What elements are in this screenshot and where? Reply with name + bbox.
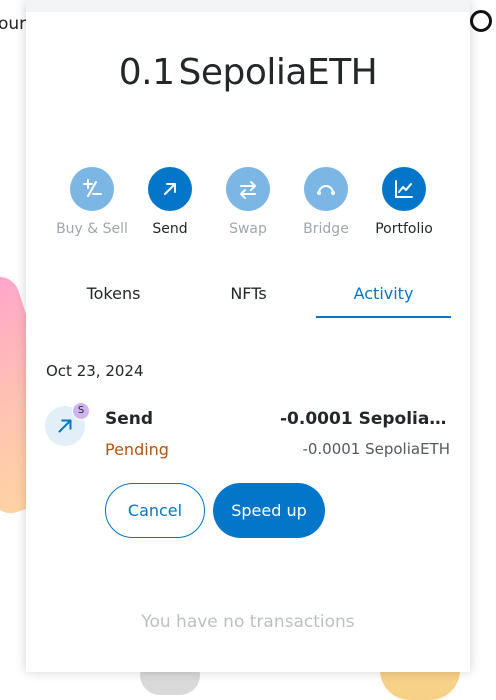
arrow-up-right-icon xyxy=(148,167,192,211)
chart-icon xyxy=(382,167,426,211)
balance-display: 0.1 SepoliaETH xyxy=(26,52,470,93)
action-bar: Buy & Sell Send Swap Bridge Portfolio xyxy=(56,167,440,247)
transaction-amount: -0.0001 SepoliaETH xyxy=(280,409,450,429)
send-button[interactable]: Send xyxy=(134,167,206,247)
plus-minus-icon xyxy=(70,167,114,211)
activity-date: Oct 23, 2024 xyxy=(46,362,144,380)
bridge-label: Bridge xyxy=(303,221,349,237)
swap-label: Swap xyxy=(229,221,267,237)
network-badge: S xyxy=(72,402,90,420)
swap-button[interactable]: Swap xyxy=(212,167,284,247)
transaction-secondary-amount: -0.0001 SepoliaETH xyxy=(302,440,450,458)
search-icon[interactable] xyxy=(470,10,492,32)
bridge-button[interactable]: Bridge xyxy=(290,167,362,247)
tab-bar: Tokens NFTs Activity xyxy=(46,276,451,319)
tab-tokens[interactable]: Tokens xyxy=(46,276,181,318)
empty-transactions-message: You have no transactions xyxy=(141,612,355,632)
transaction-title[interactable]: Send xyxy=(105,409,153,429)
cancel-button[interactable]: Cancel xyxy=(105,483,205,538)
speed-up-button[interactable]: Speed up xyxy=(213,483,325,538)
tab-nfts[interactable]: NFTs xyxy=(181,276,316,318)
wallet-panel: 0.1 SepoliaETH Buy & Sell Send Swap Brid… xyxy=(26,0,470,672)
balance-unit: SepoliaETH xyxy=(178,52,378,93)
swap-arrows-icon xyxy=(226,167,270,211)
portfolio-label: Portfolio xyxy=(375,221,433,237)
tab-activity[interactable]: Activity xyxy=(316,276,451,318)
panel-top-bar xyxy=(26,0,470,12)
send-label: Send xyxy=(152,221,188,237)
portfolio-button[interactable]: Portfolio xyxy=(368,167,440,247)
transaction-status: Pending xyxy=(105,440,169,459)
buy-sell-label: Buy & Sell xyxy=(56,221,128,237)
buy-sell-button[interactable]: Buy & Sell xyxy=(56,167,128,247)
bridge-icon xyxy=(304,167,348,211)
balance-amount: 0.1 xyxy=(118,52,175,93)
background-partial-text: our xyxy=(0,14,27,34)
